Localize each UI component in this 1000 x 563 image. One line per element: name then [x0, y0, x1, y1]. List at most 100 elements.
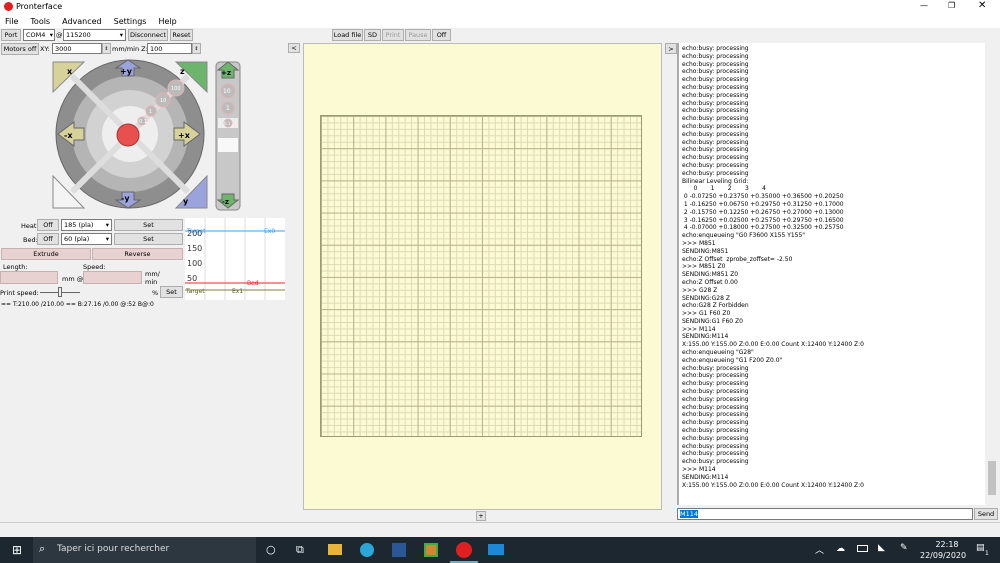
log-line: 0 -0.07250 +0.23750 +0.35000 +0.36500 +0…	[682, 193, 844, 201]
send-button[interactable]: Send	[974, 508, 998, 520]
menu-advanced[interactable]: Advanced	[62, 17, 102, 26]
extrude-button[interactable]: Extrude	[1, 248, 91, 260]
menu-help[interactable]: Help	[158, 17, 176, 26]
bed-value: 60 (pla)	[64, 235, 90, 243]
log-line: SENDING:M851 Z0	[682, 271, 739, 279]
menu-tools[interactable]: Tools	[30, 17, 50, 26]
print-speed-slider[interactable]	[40, 287, 80, 297]
task-view-icon[interactable]: ○	[266, 543, 276, 556]
bed-set-button[interactable]: Set	[114, 233, 183, 245]
scrollbar-thumb[interactable]	[988, 461, 996, 495]
reset-button[interactable]: Reset	[170, 29, 193, 41]
app-icon-colorful[interactable]	[424, 543, 438, 557]
home-all-icon[interactable]	[116, 123, 140, 147]
file-explorer-icon[interactable]	[328, 544, 342, 555]
baud-select[interactable]: 115200 ▾	[63, 29, 126, 41]
z-feed-label: mm/min Z:	[112, 45, 148, 53]
port-button[interactable]: Port	[1, 29, 21, 41]
console-scrollbar[interactable]	[986, 43, 998, 505]
clock-date[interactable]: 22/09/2020	[920, 551, 966, 560]
speed-input[interactable]	[83, 271, 142, 284]
step-1[interactable]: 1	[149, 109, 152, 115]
log-line: 0 1 2 3 4	[682, 185, 766, 193]
log-line: echo:busy: processing	[682, 138, 749, 146]
battery-icon[interactable]	[857, 545, 868, 552]
windows-start-icon[interactable]: ⊞	[12, 543, 22, 557]
maximize-button[interactable]: ❐	[948, 1, 955, 10]
menu-settings[interactable]: Settings	[114, 17, 147, 26]
xy-label: XY:	[40, 45, 50, 53]
home-y-label: y	[183, 197, 189, 206]
log-line: echo:busy: processing	[682, 411, 749, 419]
log-line: echo:busy: processing	[682, 60, 749, 68]
heat-off-button[interactable]: Off	[37, 219, 59, 231]
pause-button[interactable]: Pause	[405, 29, 431, 41]
print-button[interactable]: Print	[382, 29, 404, 41]
collapse-right-button[interactable]: >	[665, 43, 677, 54]
search-icon: ⌕	[39, 542, 46, 555]
jog-control[interactable]: x z y +y -y -x +x 100 10 1 0.1 +z -z 10 …	[50, 58, 245, 213]
load-file-button[interactable]: Load file	[332, 29, 363, 41]
length-input[interactable]	[0, 271, 58, 284]
close-button[interactable]: ✕	[978, 0, 986, 11]
notification-icon[interactable]: ▤	[976, 543, 985, 553]
log-line: echo:busy: processing	[682, 99, 749, 107]
z-feed-input[interactable]: 100	[147, 43, 192, 54]
log-line: echo:busy: processing	[682, 169, 749, 177]
log-line: SENDING:G1 F60 Z0	[682, 317, 743, 325]
disconnect-button[interactable]: Disconnect	[128, 29, 168, 41]
print-speed-set-button[interactable]: Set	[160, 286, 183, 298]
motors-off-button[interactable]: Motors off	[1, 43, 39, 55]
step-10[interactable]: 10	[160, 98, 166, 104]
minus-y-label: -y	[121, 194, 130, 203]
log-line: echo:busy: processing	[682, 427, 749, 435]
collapse-left-button[interactable]: <	[288, 43, 300, 53]
bed-off-button[interactable]: Off	[37, 233, 59, 245]
clock-time[interactable]: 22:18	[925, 540, 969, 549]
xy-feed-input[interactable]: 3000	[52, 43, 102, 54]
log-line: echo:enqueueing "G1 F200 Z0.0"	[682, 356, 783, 364]
log-line: >>> M114	[682, 325, 716, 333]
z-feed-spinner[interactable]: ⇕	[192, 43, 201, 54]
log-line: echo:busy: processing	[682, 83, 749, 91]
bed-select[interactable]: 60 (pla) ▾	[61, 233, 112, 245]
onedrive-icon[interactable]: ☁	[836, 544, 845, 554]
heat-set-button[interactable]: Set	[114, 219, 183, 231]
pronterface-taskbar-icon[interactable]	[456, 542, 472, 558]
off-button[interactable]: Off	[432, 29, 451, 41]
timeline-icon[interactable]: ⧉	[296, 543, 304, 557]
step-0.1[interactable]: 0.1	[139, 119, 147, 125]
log-line: SENDING:M114	[682, 473, 729, 481]
print-speed-slider-thumb[interactable]	[58, 287, 62, 297]
sd-button[interactable]: SD	[364, 29, 381, 41]
reverse-button[interactable]: Reverse	[92, 248, 183, 260]
heat-value: 185 (pla)	[64, 221, 94, 229]
word-icon[interactable]	[392, 543, 406, 557]
log-line: 2 -0.15750 +0.12250 +0.26750 +0.27000 +0…	[682, 208, 844, 216]
port-select[interactable]: COM4 ▾	[23, 29, 55, 41]
heat-select[interactable]: 185 (pla) ▾	[61, 219, 112, 231]
taskbar-search[interactable]: ⌕ Taper ici pour rechercher	[33, 537, 256, 563]
log-line: echo:busy: processing	[682, 45, 749, 52]
minimize-button[interactable]: —	[920, 1, 928, 10]
menu-file[interactable]: File	[5, 17, 18, 26]
bed-legend: Bed	[247, 280, 259, 287]
mail-icon[interactable]	[488, 544, 504, 555]
step-100[interactable]: 100	[171, 86, 181, 92]
length-label: Length:	[3, 263, 28, 271]
xy-feed-spinner[interactable]: ⇕	[102, 43, 111, 54]
wifi-icon[interactable]: ◣	[878, 543, 885, 553]
console-log[interactable]: echo:busy: processing echo:busy: processi…	[677, 43, 985, 505]
z-step-0.1[interactable]: 0.1	[224, 121, 231, 126]
log-line: echo:busy: processing	[682, 380, 749, 388]
log-line: echo:busy: processing	[682, 458, 749, 466]
expand-button[interactable]: +	[476, 511, 486, 521]
chevron-up-icon[interactable]: ︿	[815, 543, 824, 556]
z-step-10[interactable]: 10	[223, 88, 231, 95]
speed-label: Speed:	[83, 263, 106, 271]
pen-icon[interactable]: ✎	[900, 543, 908, 553]
z-step-1[interactable]: 1	[226, 105, 230, 112]
command-input[interactable]: M114	[677, 508, 973, 520]
log-line: 4 -0.07000 +0.18000 +0.27500 +0.32500 +0…	[682, 224, 844, 232]
edge-icon[interactable]	[360, 543, 374, 557]
